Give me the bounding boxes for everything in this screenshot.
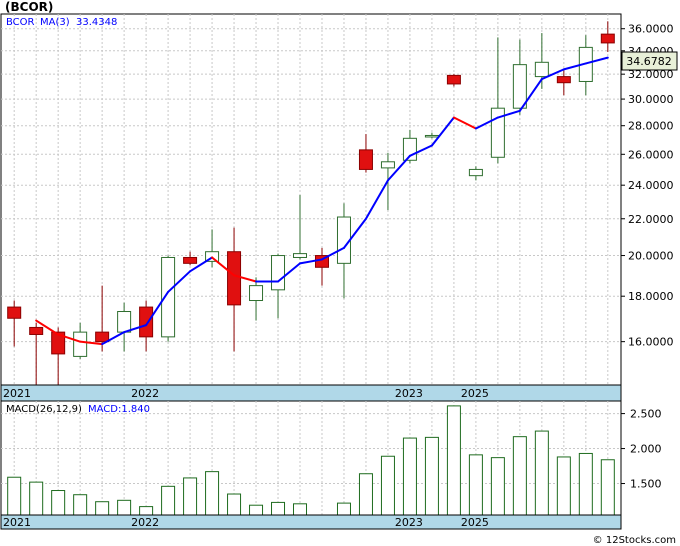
macd-bar	[600, 459, 615, 516]
candle-body-up	[271, 255, 286, 291]
macd-y-tick-label: 2.000	[630, 443, 662, 456]
price-y-tick-label: 28.0000	[628, 120, 674, 133]
macd-x-tick-label: 2021	[3, 516, 31, 529]
macd-x-tick-label: 2025	[461, 516, 489, 529]
chart-title: (BCOR)	[5, 0, 53, 14]
macd-y-tick-label: 1.500	[630, 478, 662, 491]
legend-ma-label: MA(3)	[40, 17, 70, 28]
price-x-tick-label: 2022	[131, 387, 159, 400]
macd-bar	[117, 499, 132, 516]
macd-y-tick-label: 2.500	[630, 408, 662, 421]
candle-body-down	[95, 331, 110, 343]
macd-panel: 1.500 2.000 2.500 2021 2022 2023 2025 MACD(26…	[0, 400, 662, 530]
macd-x-tick-label: 2022	[131, 516, 159, 529]
macd-bar	[402, 437, 417, 516]
macd-bar	[490, 457, 505, 516]
legend-ma-value: 33.4348	[76, 17, 117, 28]
candle-body-up	[380, 161, 395, 169]
price-x-tick-label: 2023	[395, 387, 423, 400]
candle-body-up	[534, 61, 549, 78]
price-y-tick-label: 20.0000	[628, 250, 674, 263]
price-x-tick-label: 2021	[3, 387, 31, 400]
macd-legend-params: MACD(26,12,9)	[6, 404, 82, 415]
macd-bar	[29, 481, 44, 516]
candle-body-down	[139, 306, 154, 338]
candle-body-down	[183, 256, 198, 264]
macd-bar	[534, 430, 549, 516]
macd-bar	[446, 405, 461, 516]
macd-bar	[336, 502, 351, 516]
candle-body-down	[227, 251, 242, 306]
price-y-tick-label: 18.0000	[628, 290, 674, 303]
candle-body-up	[249, 285, 264, 302]
macd-bar	[183, 477, 198, 516]
macd-bar	[227, 493, 242, 516]
stock-chart: 16.0000 18.0000 20.0000 22.0000 24.0000 26.00…	[0, 0, 680, 546]
price-y-tick-label: 36.0000	[628, 23, 674, 36]
macd-bar	[358, 473, 373, 516]
price-y-tick-label: 22.0000	[628, 213, 674, 226]
macd-bar	[95, 501, 110, 516]
watermark: © 12Stocks.com	[593, 535, 676, 546]
macd-bar	[468, 454, 483, 516]
price-y-tick-label: 16.0000	[628, 336, 674, 349]
macd-bar	[424, 436, 439, 516]
macd-x-axis-band	[0, 514, 622, 530]
macd-bar	[7, 476, 22, 516]
candle-body-down	[358, 149, 373, 170]
candle-body-up	[424, 134, 439, 138]
candle-body-up	[117, 311, 132, 333]
candle-body-down	[7, 306, 22, 319]
macd-bar	[161, 485, 176, 516]
last-price-value: 34.6782	[626, 55, 672, 68]
candle-body-up	[336, 216, 351, 264]
macd-bar	[293, 503, 308, 516]
macd-bar	[51, 490, 66, 516]
macd-bar	[512, 436, 527, 516]
candle-body-up	[468, 168, 483, 177]
macd-bar	[139, 506, 154, 516]
price-y-tick-label: 26.0000	[628, 148, 674, 161]
macd-bar	[205, 471, 220, 516]
legend-symbol: BCOR	[6, 17, 35, 28]
price-y-tick-label: 30.0000	[628, 93, 674, 106]
candle-body-up	[512, 64, 527, 109]
macd-bar	[556, 456, 571, 516]
macd-legend-value: MACD:1.840	[88, 404, 150, 415]
price-y-tick-label: 24.0000	[628, 179, 674, 192]
candle-body-down	[29, 326, 44, 335]
macd-bar	[271, 501, 286, 516]
candle-body-up	[73, 331, 88, 357]
macd-bar	[578, 452, 593, 516]
macd-bar	[380, 455, 395, 516]
macd-bar	[73, 494, 88, 516]
price-x-tick-label: 2025	[461, 387, 489, 400]
last-price-badge: 34.6782	[621, 51, 678, 71]
macd-x-tick-label: 2023	[395, 516, 423, 529]
macd-plot-frame	[0, 400, 622, 530]
candle-body-down	[446, 74, 461, 85]
price-x-axis-band	[0, 384, 622, 402]
candle-body-down	[556, 76, 571, 84]
price-panel: 16.0000 18.0000 20.0000 22.0000 24.0000 26.00…	[0, 0, 678, 402]
candle-body-down	[600, 33, 615, 44]
candle-body-up	[293, 253, 308, 258]
price-y-axis: 16.0000 18.0000 20.0000 22.0000 24.0000 26.00…	[621, 23, 674, 349]
macd-bar	[249, 504, 264, 516]
